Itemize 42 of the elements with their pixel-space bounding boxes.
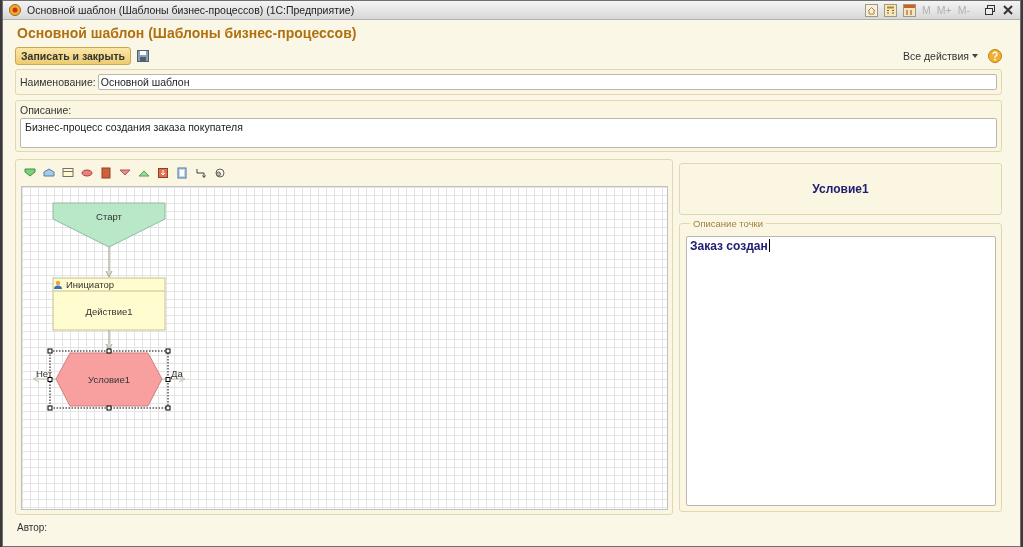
point-description-text: Заказ создан — [690, 239, 768, 253]
connector-arrow — [105, 329, 113, 351]
end-shape-icon[interactable] — [43, 167, 55, 179]
decoration-icon[interactable] — [214, 167, 226, 179]
calendar-icon[interactable] — [903, 3, 917, 17]
point-description-field[interactable]: Заказ создан — [686, 236, 996, 506]
user-icon — [54, 280, 62, 289]
window-title: Основной шаблон (Шаблоны бизнес-процессов) (1С:Предприятие) — [27, 4, 356, 16]
save-icon[interactable] — [137, 50, 150, 62]
calculator-icon[interactable] — [884, 3, 898, 17]
diagram-canvas[interactable]: Старт Инициатор Действие1 Нет Да Условие1 — [21, 186, 668, 510]
form-title: Основной шаблон (Шаблоны бизнес-процессов) — [17, 25, 358, 41]
restore-icon[interactable] — [984, 4, 996, 16]
close-icon[interactable] — [1002, 4, 1014, 16]
name-label: Наименование: — [20, 76, 96, 88]
start-shape-icon[interactable] — [24, 167, 36, 179]
action-shape-icon[interactable] — [62, 167, 74, 179]
help-icon[interactable] — [988, 49, 1002, 63]
point-title: Условие1 — [812, 182, 869, 196]
description-input-field[interactable]: Бизнес-процесс создания заказа покупателя — [20, 118, 997, 148]
process-shape-icon[interactable] — [100, 167, 112, 179]
point-description-label: Описание точки — [690, 218, 767, 229]
connector-arrow — [105, 246, 113, 278]
action-node[interactable]: Инициатор Действие1 — [52, 277, 166, 331]
home-icon[interactable] — [865, 3, 879, 17]
description-label: Описание: — [20, 104, 73, 116]
save-and-close-button[interactable]: Записать и закрыть — [15, 47, 132, 65]
condition-node[interactable]: Условие1 — [55, 352, 163, 407]
no-branch-arrow — [32, 375, 57, 383]
ellipse-shape-icon[interactable] — [81, 167, 93, 179]
caret-icon[interactable] — [972, 54, 978, 58]
connector-icon[interactable] — [195, 167, 207, 179]
author-label: Автор: — [17, 522, 49, 533]
name-input-field[interactable]: Основной шаблон — [97, 74, 997, 90]
all-actions-menu[interactable]: Все действия — [902, 50, 969, 62]
start-node[interactable]: Старт — [52, 202, 166, 248]
text-cursor — [768, 239, 770, 252]
yes-branch-label: Да — [171, 368, 183, 379]
no-branch-label: Нет — [36, 368, 53, 379]
app-logo-icon — [9, 4, 21, 16]
handler-shape-icon[interactable] — [176, 167, 188, 179]
subprocess-shape-icon[interactable] — [157, 167, 169, 179]
